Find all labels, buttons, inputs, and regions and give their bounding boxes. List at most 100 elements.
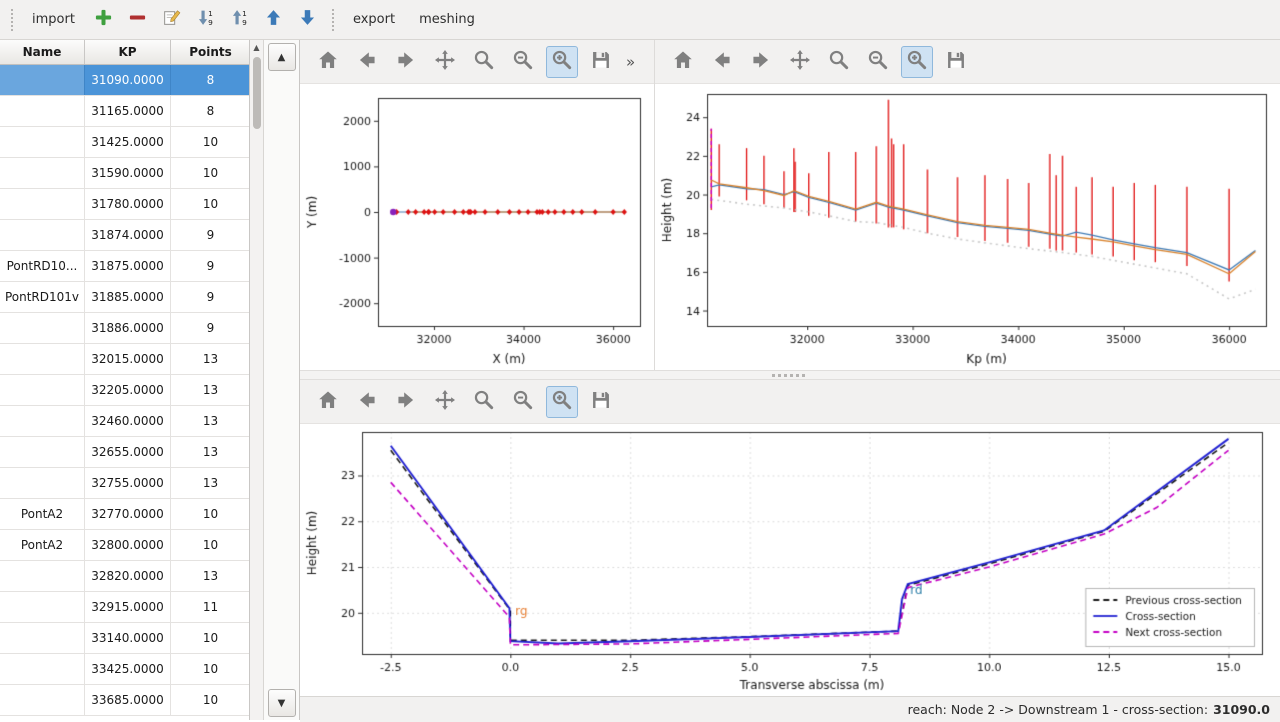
- cross-section-table: NameKPPoints 31090.0000831165.0000831425…: [0, 40, 250, 720]
- nav-pan-button[interactable]: [429, 46, 461, 78]
- move-down-button[interactable]: [293, 5, 323, 35]
- table-scrollbar[interactable]: ▲: [250, 40, 264, 720]
- svg-text:1: 1: [209, 9, 214, 18]
- table-row[interactable]: PontA232770.000010: [0, 499, 249, 530]
- nav-home-button[interactable]: [667, 46, 699, 78]
- table-cell: 32205.0000: [85, 375, 171, 405]
- table-row[interactable]: 32755.000013: [0, 468, 249, 499]
- table-row[interactable]: 31886.00009: [0, 313, 249, 344]
- save-icon: [590, 49, 612, 75]
- toolbar-separator: [332, 9, 334, 31]
- table-cell: PontA2: [0, 499, 85, 529]
- nav-home-button[interactable]: [312, 46, 344, 78]
- nav-forward-button[interactable]: [390, 386, 422, 418]
- move-up-button[interactable]: [259, 5, 289, 35]
- remove-button[interactable]: [123, 5, 153, 35]
- scrollbar-thumb[interactable]: [253, 57, 261, 129]
- toolbar-separator: [11, 9, 13, 31]
- table-cell: 31590.0000: [85, 158, 171, 188]
- nav-save-button[interactable]: [585, 46, 617, 78]
- table-cell: 13: [171, 406, 249, 436]
- nav-zoom-rect-button[interactable]: [546, 46, 578, 78]
- table-cell: 32655.0000: [85, 437, 171, 467]
- nav-zoom-mark-button[interactable]: [507, 386, 539, 418]
- table-row[interactable]: 31590.000010: [0, 158, 249, 189]
- nav-back-button[interactable]: [706, 46, 738, 78]
- nav-zoom-rect-button[interactable]: [901, 46, 933, 78]
- table-row[interactable]: 32655.000013: [0, 437, 249, 468]
- horizontal-splitter[interactable]: [300, 370, 1280, 380]
- table-cell: [0, 437, 85, 467]
- nav-zoom-button[interactable]: [468, 386, 500, 418]
- status-text: reach: Node 2 -> Downstream 1 - cross-se…: [908, 702, 1208, 717]
- nav-zoom-mark-button[interactable]: [507, 46, 539, 78]
- nav-pan-button[interactable]: [784, 46, 816, 78]
- nav-forward-button[interactable]: [745, 46, 777, 78]
- move-down-icon: [298, 8, 317, 31]
- nav-zoom-button[interactable]: [823, 46, 855, 78]
- main-area: NameKPPoints 31090.0000831165.0000831425…: [0, 40, 1280, 720]
- column-header-name[interactable]: Name: [0, 40, 85, 64]
- table-row[interactable]: 32915.000011: [0, 592, 249, 623]
- nav-home-button[interactable]: [312, 386, 344, 418]
- profile-nav-toolbar: [655, 40, 1280, 84]
- nav-pan-button[interactable]: [429, 386, 461, 418]
- table-cell: 32820.0000: [85, 561, 171, 591]
- forward-icon: [395, 49, 417, 75]
- scroll-up-button[interactable]: ▲: [268, 43, 296, 71]
- edit-button[interactable]: [157, 5, 187, 35]
- export-button[interactable]: export: [343, 7, 405, 32]
- column-header-points[interactable]: Points: [171, 40, 250, 64]
- table-cell: 31090.0000: [85, 65, 171, 95]
- scroll-down-button[interactable]: ▼: [268, 689, 296, 717]
- table-row[interactable]: 33685.000010: [0, 685, 249, 716]
- nav-save-button[interactable]: [940, 46, 972, 78]
- table-row[interactable]: 31780.000010: [0, 189, 249, 220]
- table-cell: 31885.0000: [85, 282, 171, 312]
- table-row[interactable]: 32205.000013: [0, 375, 249, 406]
- table-row[interactable]: 32460.000013: [0, 406, 249, 437]
- table-row[interactable]: 31874.00009: [0, 220, 249, 251]
- table-row[interactable]: 31425.000010: [0, 127, 249, 158]
- sort-descending-button[interactable]: 19: [191, 5, 221, 35]
- table-cell: 33425.0000: [85, 654, 171, 684]
- nav-zoom-mark-button[interactable]: [862, 46, 894, 78]
- add-button[interactable]: [89, 5, 119, 35]
- svg-text:9: 9: [209, 18, 214, 27]
- application-window: import1919exportmeshing NameKPPoints 310…: [0, 0, 1280, 720]
- table-row[interactable]: PontRD101v31885.00009: [0, 282, 249, 313]
- table-row[interactable]: 33425.000010: [0, 654, 249, 685]
- scroll-up-arrow-icon[interactable]: ▲: [253, 42, 259, 54]
- longitudinal-profile-chart[interactable]: [655, 84, 1280, 370]
- table-row[interactable]: PontRD10...31875.00009: [0, 251, 249, 282]
- table-cell: [0, 654, 85, 684]
- table-cell: 13: [171, 375, 249, 405]
- zoom-mark-icon: [867, 49, 889, 75]
- forward-icon: [395, 389, 417, 415]
- nav-back-button[interactable]: [351, 46, 383, 78]
- table-cell: 33140.0000: [85, 623, 171, 653]
- table-row[interactable]: 31165.00008: [0, 96, 249, 127]
- nav-back-button[interactable]: [351, 386, 383, 418]
- import-button[interactable]: import: [22, 7, 85, 32]
- nav-zoom-button[interactable]: [468, 46, 500, 78]
- table-row[interactable]: 32015.000013: [0, 344, 249, 375]
- nav-save-button[interactable]: [585, 386, 617, 418]
- back-icon: [356, 49, 378, 75]
- plan-view-chart[interactable]: [300, 84, 654, 370]
- nav-forward-button[interactable]: [390, 46, 422, 78]
- meshing-button[interactable]: meshing: [409, 7, 485, 32]
- sort-ascending-button[interactable]: 19: [225, 5, 255, 35]
- table-cell: 32770.0000: [85, 499, 171, 529]
- nav-zoom-rect-button[interactable]: [546, 386, 578, 418]
- toolbar-overflow-button[interactable]: »: [626, 53, 635, 71]
- plan-nav-toolbar: »: [300, 40, 654, 84]
- table-cell: [0, 220, 85, 250]
- table-row[interactable]: 32820.000013: [0, 561, 249, 592]
- table-row[interactable]: 31090.00008: [0, 65, 249, 96]
- table-cell: [0, 406, 85, 436]
- table-row[interactable]: 33140.000010: [0, 623, 249, 654]
- table-row[interactable]: PontA232800.000010: [0, 530, 249, 561]
- column-header-kp[interactable]: KP: [85, 40, 171, 64]
- cross-section-chart[interactable]: [300, 424, 1280, 696]
